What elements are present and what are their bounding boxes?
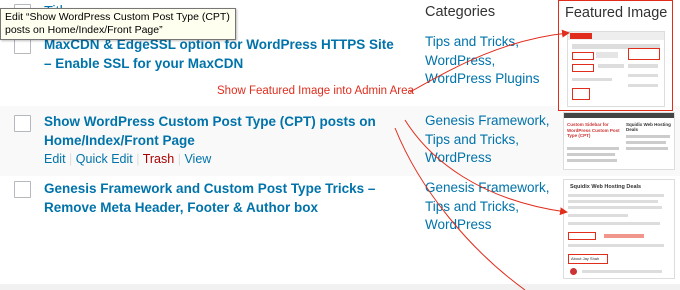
arrow-to-row3 xyxy=(404,119,568,216)
arrow-to-header xyxy=(409,29,570,93)
annotation-arrows xyxy=(394,29,570,290)
arrow-to-bottom xyxy=(394,127,526,290)
